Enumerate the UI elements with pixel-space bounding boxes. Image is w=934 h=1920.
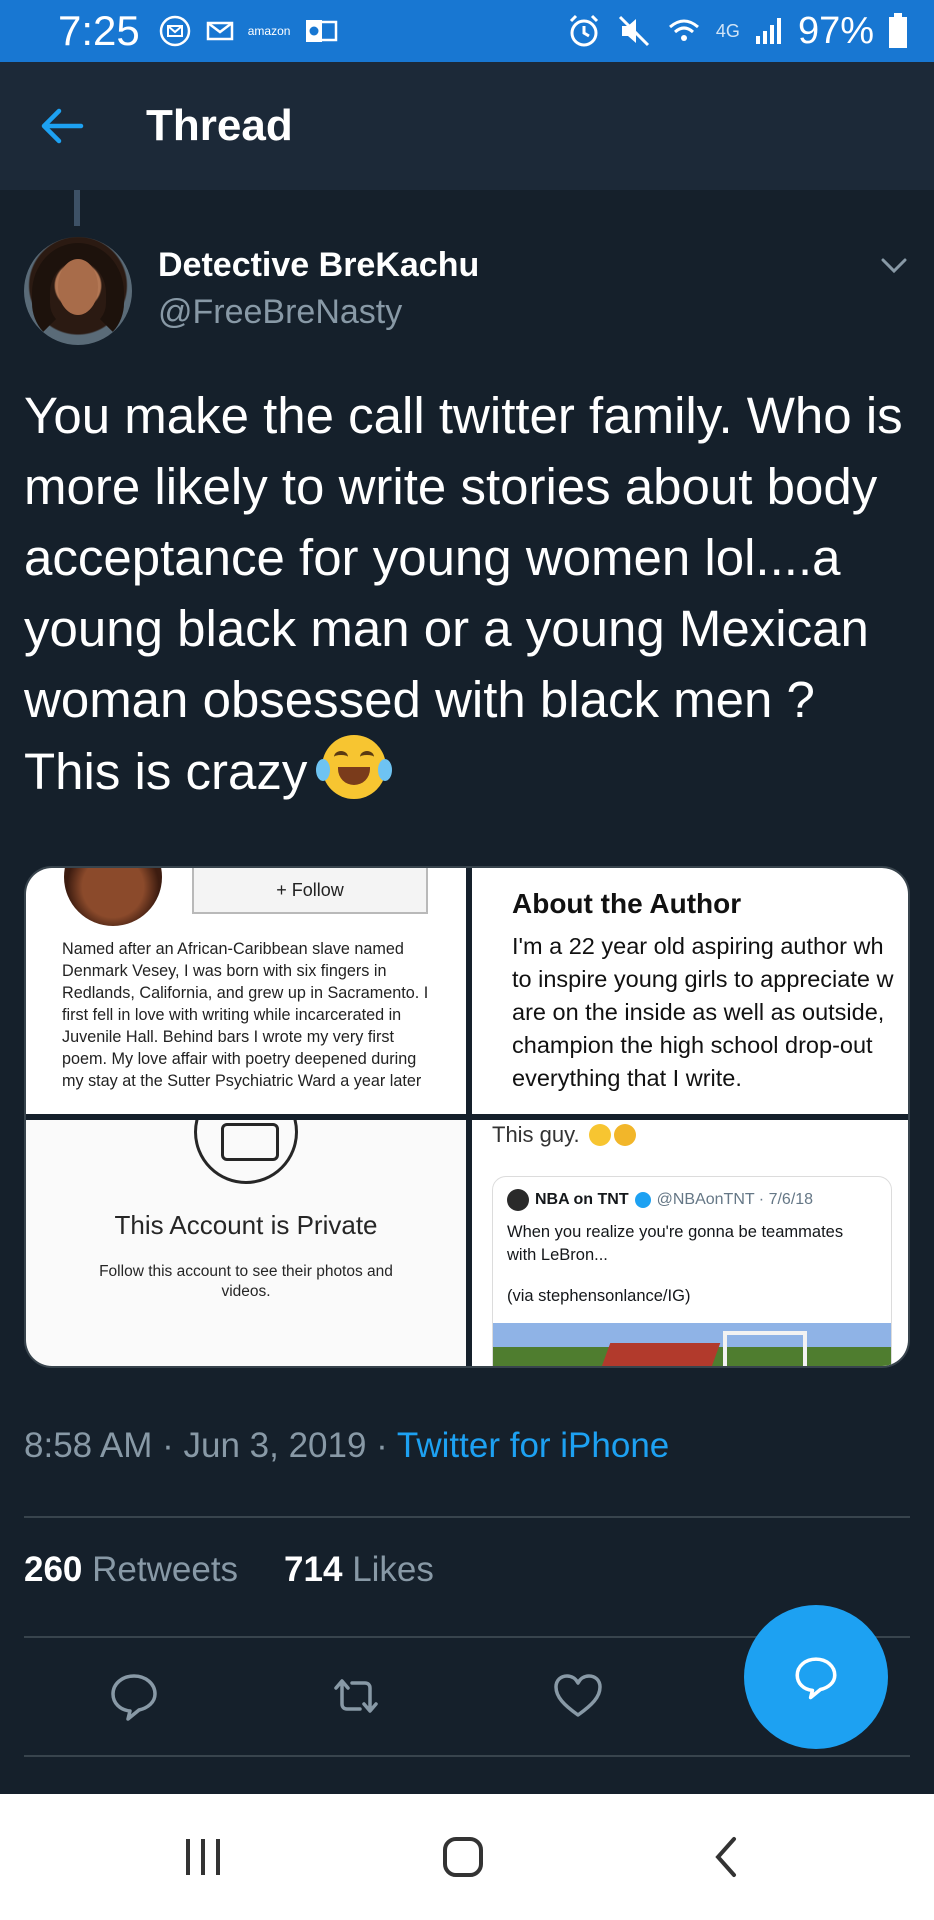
tweet-source-link[interactable]: Twitter for iPhone [397, 1426, 669, 1465]
outlook-icon [304, 16, 338, 46]
laughing-emoji-icon [588, 1124, 611, 1146]
email-at-icon [158, 14, 192, 48]
quoted-tweet-card: NBA on TNT @NBAonTNT · 7/6/18 When you r… [492, 1176, 892, 1366]
avatar-face [58, 259, 98, 315]
tweet-metadata: 8:58 AM · Jun 3, 2019 · Twitter for iPho… [24, 1426, 669, 1466]
profile-photo [64, 868, 162, 926]
likes-label: Likes [352, 1550, 434, 1589]
likes-stat[interactable]: 714 Likes [284, 1550, 434, 1590]
tweet-timestamp: 8:58 AM · Jun 3, 2019 · [24, 1426, 397, 1465]
private-account-title: This Account is Private [114, 1210, 378, 1240]
about-line: everything that I write. [512, 1065, 742, 1091]
avatar[interactable] [24, 237, 132, 345]
laughing-emoji-icon [315, 735, 392, 799]
back-arrow-icon[interactable] [32, 96, 92, 156]
battery-percent: 97% [797, 9, 874, 52]
thread-connector-line [74, 190, 80, 226]
media-image-2[interactable]: About the Author I'm a 22 year old aspir… [472, 868, 908, 1114]
caption-text: This guy. [492, 1122, 580, 1147]
camera-lock-icon [194, 1120, 298, 1184]
alarm-icon [566, 13, 602, 49]
amazon-label: amazon [247, 24, 291, 38]
divider [24, 1516, 910, 1518]
signal-icon [754, 16, 784, 46]
compose-reply-button[interactable] [744, 1605, 888, 1749]
follow-button-image: + Follow [192, 868, 428, 914]
compose-reply-icon [795, 1657, 837, 1700]
status-notification-icons: amazon [158, 14, 339, 48]
about-line: I'm a 22 year old aspiring author wh [512, 933, 884, 959]
author-name: Detective BreKachu [158, 246, 480, 284]
about-line: champion the high school drop-out [512, 1032, 873, 1058]
recents-icon[interactable] [178, 1832, 228, 1882]
tweet-body: You make the call twitter family. Who is… [24, 387, 903, 800]
about-line: are on the inside as well as outside, [512, 999, 885, 1025]
reply-icon[interactable] [106, 1668, 162, 1724]
tweet-text: You make the call twitter family. Who is… [24, 380, 904, 807]
private-account-subtitle: Follow this account to see their photos … [99, 1263, 393, 1300]
mail-icon [206, 20, 234, 42]
app-bar: Thread [0, 62, 934, 190]
home-icon[interactable] [438, 1832, 488, 1882]
page-title: Thread [146, 101, 293, 150]
author-bio-text: Named after an African-Caribbean slave n… [62, 940, 429, 1090]
heart-icon[interactable] [550, 1668, 606, 1724]
network-type-label: 4G [715, 20, 740, 41]
status-time: 7:25 [58, 7, 140, 54]
retweet-icon[interactable] [328, 1668, 384, 1724]
tweet-stats: 260 Retweets 714 Likes [24, 1550, 434, 1590]
mute-icon [616, 13, 652, 49]
media-image-4[interactable]: This guy. NBA on TNT @NBAonTNT · 7/6/18 … [472, 1120, 908, 1366]
retweets-stat[interactable]: 260 Retweets [24, 1550, 238, 1590]
about-author-body: I'm a 22 year old aspiring author wh to … [512, 930, 908, 1095]
verified-badge-icon [634, 1192, 651, 1208]
quoted-tweet-text: When you realize you're gonna be teammat… [507, 1223, 844, 1264]
nba-logo-icon [507, 1189, 529, 1211]
media-image-3[interactable]: This Account is Private Follow this acco… [26, 1120, 466, 1366]
heart-eyes-emoji-icon [613, 1124, 636, 1146]
quoted-tweet-via: (via stephensonlance/IG) [507, 1287, 691, 1305]
chevron-down-icon[interactable] [878, 250, 910, 282]
screenshot-caption: This guy. [492, 1122, 636, 1148]
quoted-tweet-photo [493, 1323, 891, 1366]
status-system-icons: 4G 97% [566, 10, 908, 53]
retweets-label: Retweets [92, 1550, 239, 1589]
quoted-author-name: NBA on TNT [535, 1191, 629, 1208]
author-handle: @FreeBreNasty [158, 293, 403, 331]
media-grid: + Follow Named after an African-Caribbea… [24, 866, 910, 1368]
retweets-count: 260 [24, 1550, 83, 1589]
tweet-author[interactable]: Detective BreKachu @FreeBreNasty [158, 246, 479, 332]
quoted-author-meta: @NBAonTNT · 7/6/18 [656, 1191, 814, 1208]
basketball-hoop-shape [723, 1331, 807, 1366]
media-image-1[interactable]: + Follow Named after an African-Caribbea… [26, 868, 466, 1114]
about-author-title: About the Author [512, 888, 742, 919]
battery-icon [888, 13, 908, 49]
quoted-tweet-header: NBA on TNT @NBAonTNT · 7/6/18 [507, 1189, 813, 1211]
house-roof-shape [595, 1343, 721, 1366]
divider [24, 1755, 910, 1757]
likes-count: 714 [284, 1550, 343, 1589]
about-line: to inspire young girls to appreciate w [512, 966, 894, 992]
system-nav-bar [0, 1794, 934, 1920]
back-icon[interactable] [700, 1832, 750, 1882]
status-bar: 7:25 amazon 4G 97% [0, 0, 934, 62]
amazon-icon: amazon [248, 25, 291, 37]
wifi-icon [666, 13, 702, 49]
